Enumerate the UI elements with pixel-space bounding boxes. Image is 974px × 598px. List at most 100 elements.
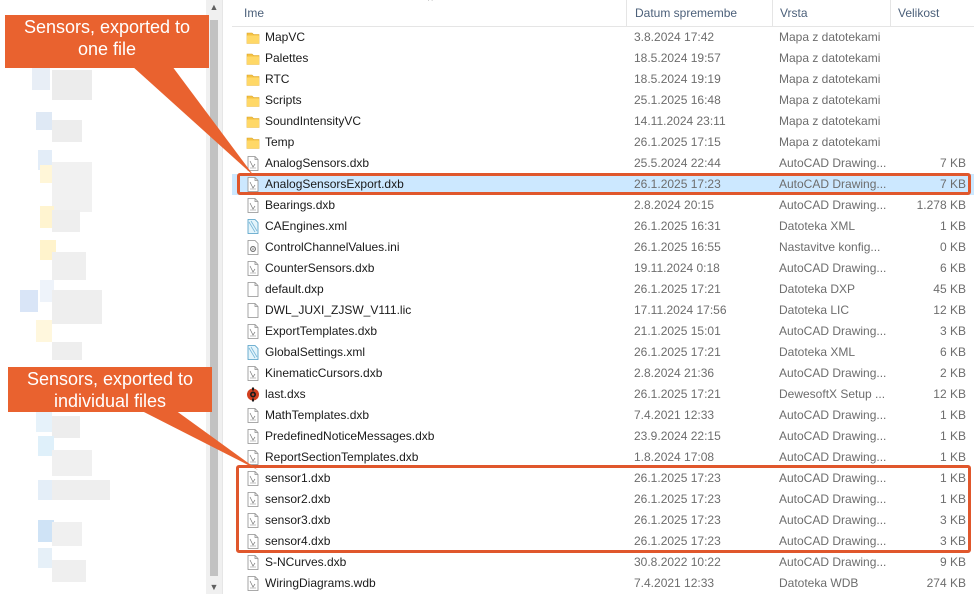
- scroll-up-arrow-icon[interactable]: ▲: [209, 2, 219, 12]
- file-row[interactable]: MapVC 3.8.2024 17:42 Mapa z datotekami: [232, 27, 974, 48]
- file-name: Scripts: [265, 93, 302, 107]
- document-icon: [246, 156, 260, 171]
- file-row[interactable]: GlobalSettings.xml 26.1.2025 17:21 Datotek…: [232, 342, 974, 363]
- file-row[interactable]: SoundIntensityVC 14.11.2024 23:11 Mapa z d…: [232, 111, 974, 132]
- file-date-modified: 14.11.2024 23:11: [634, 114, 726, 128]
- document-icon: [246, 576, 260, 591]
- document-icon: [246, 429, 260, 444]
- file-row[interactable]: ControlChannelValues.ini 26.1.2025 16:55 N…: [232, 237, 974, 258]
- file-name: CAEngines.xml: [265, 219, 348, 233]
- file-type: Mapa z datotekami: [779, 93, 881, 107]
- blurred-nav-item: [52, 342, 82, 360]
- file-row[interactable]: AnalogSensors.dxb 25.5.2024 22:44 AutoCAD …: [232, 153, 974, 174]
- file-row[interactable]: last.dxs 26.1.2025 17:21 DewesoftX Setup .…: [232, 384, 974, 405]
- file-row[interactable]: PredefinedNoticeMessages.dxb 23.9.2024 22…: [232, 426, 974, 447]
- file-name: AnalogSensors.dxb: [265, 156, 370, 170]
- file-row[interactable]: S-NCurves.dxb 30.8.2022 10:22 AutoCAD Draw…: [232, 552, 974, 573]
- file-date-modified: 26.1.2025 17:21: [634, 345, 721, 359]
- blurred-nav-item: [52, 70, 92, 100]
- file-row[interactable]: WiringDiagrams.wdb 7.4.2021 12:33 Datoteka…: [232, 573, 974, 594]
- file-row[interactable]: Scripts 25.1.2025 16:48 Mapa z datotekami: [232, 90, 974, 111]
- blank-file-icon: [246, 303, 260, 318]
- file-type: AutoCAD Drawing...: [779, 198, 887, 212]
- column-separator: [626, 0, 627, 26]
- file-date-modified: 26.1.2025 16:55: [634, 240, 721, 254]
- blurred-nav-item: [52, 162, 92, 212]
- pane-divider[interactable]: [222, 0, 231, 594]
- file-row[interactable]: Temp 26.1.2025 17:15 Mapa z datotekami: [232, 132, 974, 153]
- file-row[interactable]: DWL_JUXI_ZJSW_V111.lic 17.11.2024 17:56 Da…: [232, 300, 974, 321]
- file-name: ExportTemplates.dxb: [265, 324, 378, 338]
- file-name: default.dxp: [265, 282, 324, 296]
- file-name: ControlChannelValues.ini: [265, 240, 400, 254]
- file-row[interactable]: KinematicCursors.dxb 2.8.2024 21:36 AutoCA…: [232, 363, 974, 384]
- dewesoft-setup-icon: [246, 387, 260, 402]
- blurred-nav-item: [36, 410, 52, 432]
- file-type: Mapa z datotekami: [779, 72, 881, 86]
- file-name: MapVC: [265, 30, 306, 44]
- column-name-header[interactable]: Ime: [244, 0, 264, 26]
- document-icon: [246, 198, 260, 213]
- file-type: Mapa z datotekami: [779, 30, 881, 44]
- file-type: Datoteka XML: [779, 219, 856, 233]
- column-type-header[interactable]: Vrsta: [780, 0, 808, 26]
- blurred-nav-item: [52, 252, 86, 280]
- file-row[interactable]: CounterSensors.dxb 19.11.2024 0:18 AutoCAD…: [232, 258, 974, 279]
- callout-one-file-line1: Sensors, exported to: [23, 17, 191, 37]
- file-type: Mapa z datotekami: [779, 114, 881, 128]
- file-row[interactable]: default.dxp 26.1.2025 17:21 Datoteka DXP 45…: [232, 279, 974, 300]
- file-size: 9 KB: [939, 555, 966, 569]
- document-icon: [246, 450, 260, 465]
- file-type: AutoCAD Drawing...: [779, 555, 887, 569]
- column-separator: [890, 0, 891, 26]
- file-date-modified: 21.1.2025 15:01: [634, 324, 721, 338]
- blurred-nav-item: [52, 120, 82, 142]
- column-date-header[interactable]: Datum spremembe: [635, 0, 737, 26]
- file-row[interactable]: RTC 18.5.2024 19:19 Mapa z datotekami: [232, 69, 974, 90]
- file-row[interactable]: Bearings.dxb 2.8.2024 20:15 AutoCAD Drawin…: [232, 195, 974, 216]
- navigation-scrollbar[interactable]: ▲ ▼: [206, 0, 222, 594]
- blurred-nav-item: [52, 522, 82, 546]
- blurred-nav-item: [52, 560, 86, 582]
- scroll-down-arrow-icon[interactable]: ▼: [209, 582, 219, 592]
- folder-icon: [246, 114, 260, 129]
- file-size: 1 KB: [939, 408, 966, 422]
- document-icon: [246, 324, 260, 339]
- file-date-modified: 26.1.2025 17:21: [634, 282, 721, 296]
- scrollbar-thumb[interactable]: [210, 20, 218, 576]
- folder-icon: [246, 135, 260, 150]
- blurred-nav-item: [36, 320, 52, 342]
- file-type: Datoteka LIC: [779, 303, 850, 317]
- file-date-modified: 25.5.2024 22:44: [634, 156, 721, 170]
- file-row[interactable]: ExportTemplates.dxb 21.1.2025 15:01 AutoCA…: [232, 321, 974, 342]
- folder-icon: [246, 72, 260, 87]
- file-size: 0 KB: [939, 240, 966, 254]
- file-size: 12 KB: [933, 387, 966, 401]
- file-name: GlobalSettings.xml: [265, 345, 366, 359]
- file-size: 6 KB: [939, 345, 966, 359]
- file-row[interactable]: CAEngines.xml 26.1.2025 16:31 Datoteka XML…: [232, 216, 974, 237]
- settings-file-icon: [246, 240, 260, 255]
- callout-individual-files-line1: Sensors, exported to: [26, 369, 194, 389]
- file-type: Mapa z datotekami: [779, 135, 881, 149]
- file-type: AutoCAD Drawing...: [779, 324, 887, 338]
- file-type: AutoCAD Drawing...: [779, 261, 887, 275]
- file-date-modified: 17.11.2024 17:56: [634, 303, 727, 317]
- callout-individual-files-line2: individual files: [53, 391, 167, 411]
- file-size: 3 KB: [939, 324, 966, 338]
- file-name: SoundIntensityVC: [265, 114, 362, 128]
- file-name: DWL_JUXI_ZJSW_V111.lic: [265, 303, 412, 317]
- xml-icon: [246, 345, 260, 360]
- file-name: KinematicCursors.dxb: [265, 366, 383, 380]
- file-name: last.dxs: [265, 387, 306, 401]
- file-name: CounterSensors.dxb: [265, 261, 375, 275]
- navigation-pane[interactable]: [0, 0, 206, 594]
- blurred-nav-item: [52, 416, 80, 438]
- file-row[interactable]: MathTemplates.dxb 7.4.2021 12:33 AutoCAD D…: [232, 405, 974, 426]
- file-type: AutoCAD Drawing...: [779, 408, 887, 422]
- column-size-header[interactable]: Velikost: [898, 0, 939, 26]
- blurred-nav-item: [32, 68, 50, 90]
- blurred-nav-item: [52, 210, 80, 232]
- file-row[interactable]: Palettes 18.5.2024 19:57 Mapa z datotekami: [232, 48, 974, 69]
- file-name: Temp: [265, 135, 295, 149]
